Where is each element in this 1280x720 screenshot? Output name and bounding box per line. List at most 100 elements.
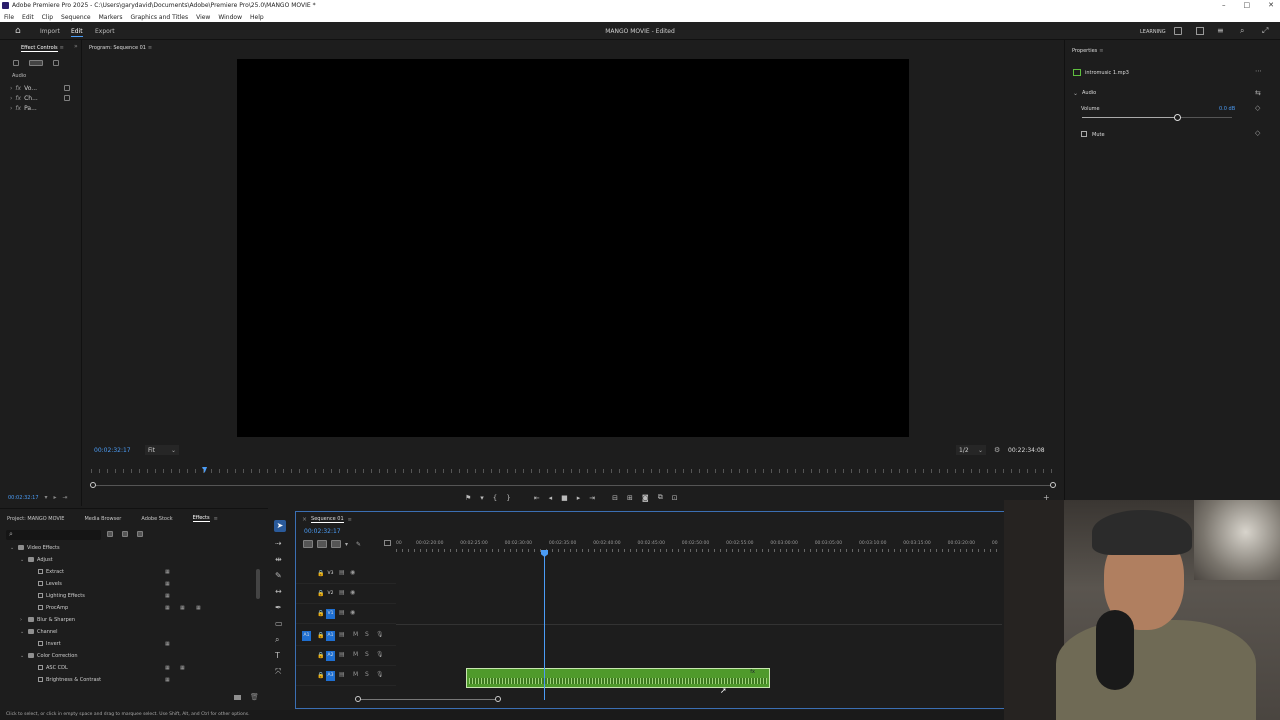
panel-menu-icon[interactable]: ≡	[348, 517, 352, 523]
keyframe-icon[interactable]: ◇	[1255, 104, 1260, 112]
track-select-tool-icon[interactable]: ⇢	[275, 536, 283, 552]
marker-icon[interactable]: ⚑	[465, 494, 471, 502]
new-folder-icon[interactable]	[234, 695, 241, 700]
sync-lock-icon[interactable]: ▤	[339, 609, 345, 616]
effect-item[interactable]: Levels ▦	[10, 581, 170, 593]
lock-icon[interactable]: 🔒	[317, 610, 324, 617]
effects-search-input[interactable]: ⌕	[6, 530, 101, 540]
effect-item[interactable]: Extract ▦	[10, 569, 170, 581]
more-options-icon[interactable]: ⋯	[1255, 67, 1262, 75]
chevron-down-icon[interactable]: ⌄	[1073, 90, 1078, 97]
mute-track-button[interactable]: M	[353, 631, 358, 638]
chevron-down-icon[interactable]: ⌄	[20, 629, 28, 635]
lock-icon[interactable]: 🔒	[317, 590, 324, 597]
volume-slider-handle[interactable]	[1173, 114, 1181, 121]
microphone-icon[interactable]: 🎙	[376, 671, 384, 678]
panel-menu-icon[interactable]: ≡	[148, 45, 152, 51]
scroll-handle-right[interactable]	[495, 696, 501, 702]
multicam-icon[interactable]: ⊡	[672, 494, 678, 502]
ec-effect-volume[interactable]: › fx Vo...	[10, 83, 70, 93]
zoom-handle-right[interactable]	[1050, 482, 1056, 488]
volume-value[interactable]: 0.0 dB	[1219, 106, 1235, 112]
step-forward-icon[interactable]: ▸	[577, 494, 581, 502]
menu-help[interactable]: Help	[250, 14, 264, 21]
play-audio-icon[interactable]: ▸	[54, 494, 57, 501]
scrollbar[interactable]	[256, 569, 260, 599]
solo-track-button[interactable]: S	[365, 671, 369, 678]
sync-lock-icon[interactable]: ▤	[339, 631, 345, 638]
menu-file[interactable]: File	[4, 14, 14, 21]
ripple-edit-tool-icon[interactable]: ⇹	[275, 552, 283, 568]
source-patch-a1[interactable]: A1	[302, 631, 311, 641]
wrench-icon[interactable]: ⚙	[994, 446, 1000, 454]
extract-icon[interactable]: ⊞	[627, 494, 633, 502]
microphone-icon[interactable]: 🎙	[376, 651, 384, 658]
track-label[interactable]: A2	[326, 651, 335, 661]
search-icon[interactable]: ⌕	[1240, 26, 1244, 36]
menu-icon[interactable]: ≡	[1217, 26, 1224, 35]
program-timecode[interactable]: 00:02:32:17	[94, 447, 131, 454]
panel-menu-icon[interactable]: ≡	[214, 516, 218, 522]
lock-icon[interactable]: 🔒	[317, 570, 324, 577]
timeline-timecode[interactable]: 00:02:32:17	[304, 528, 341, 535]
menu-edit[interactable]: Edit	[22, 14, 34, 21]
panel-menu-icon[interactable]: ≡	[60, 45, 64, 51]
chevron-right-icon[interactable]: ›	[20, 617, 28, 623]
add-marker-icon[interactable]: ▾	[345, 541, 348, 548]
timeline-scrollbar[interactable]	[355, 696, 501, 702]
zoom-bar[interactable]	[90, 482, 1056, 488]
menu-markers[interactable]: Markers	[99, 14, 123, 21]
audio-clip-intromusic[interactable]: fx	[466, 668, 770, 688]
panel-menu-icon[interactable]: ≡	[1099, 48, 1103, 54]
timeline-playhead[interactable]	[541, 550, 548, 700]
compare-icon[interactable]: ⧉	[658, 493, 663, 502]
mark-out-icon[interactable]: }	[506, 494, 510, 502]
tab-adobe-stock[interactable]: Adobe Stock	[141, 516, 172, 522]
add-marker-icon[interactable]: ▾	[480, 494, 484, 502]
mute-track-button[interactable]: M	[353, 651, 358, 658]
menu-clip[interactable]: Clip	[42, 14, 53, 21]
eye-icon[interactable]: ◉	[350, 589, 355, 596]
menu-graphics[interactable]: Graphics and Titles	[131, 14, 189, 21]
learning-tab[interactable]: LEARNING	[1140, 29, 1166, 35]
tab-effects[interactable]: Effects	[192, 515, 210, 522]
mute-checkbox[interactable]	[1081, 131, 1087, 137]
workspace-icon[interactable]	[1174, 27, 1182, 35]
menu-view[interactable]: View	[196, 14, 210, 21]
stop-icon[interactable]: ■	[561, 494, 568, 502]
reset-icon[interactable]	[64, 85, 70, 91]
go-to-out-icon[interactable]: ⇥	[589, 494, 595, 502]
track-label[interactable]: V3	[326, 569, 335, 579]
ec-clip-icon[interactable]	[13, 60, 19, 66]
share-icon[interactable]	[1196, 27, 1204, 35]
sync-lock-icon[interactable]: ▤	[339, 671, 345, 678]
export-icon[interactable]: ⇥	[63, 494, 68, 501]
fit-select[interactable]: Fit ⌄	[145, 445, 179, 455]
trash-icon[interactable]: 🗑	[250, 693, 259, 701]
sync-lock-icon[interactable]: ▤	[339, 589, 345, 596]
slip-tool-icon[interactable]: ↔	[275, 584, 283, 600]
timeline-ruler[interactable]: 00 00:02:20:00 00:02:25:00 00:02:30:00 00:02…	[396, 541, 1002, 552]
reset-icon[interactable]	[64, 95, 70, 101]
snap-icon[interactable]	[317, 540, 327, 548]
effect-item[interactable]: ASC CDL ▦ ▦	[10, 665, 185, 677]
filter-icon[interactable]: ▾	[45, 494, 48, 501]
minimize-icon[interactable]: –	[1222, 1, 1226, 9]
expand-panels-icon[interactable]: »	[74, 43, 78, 50]
menu-window[interactable]: Window	[218, 14, 242, 21]
accelerated-effects-icon[interactable]	[107, 531, 113, 537]
sync-lock-icon[interactable]: ▤	[339, 651, 345, 658]
resolution-select[interactable]: 1/2 ⌄	[956, 445, 986, 455]
chevron-down-icon[interactable]: ⌄	[20, 557, 28, 563]
effect-controls-tab[interactable]: Effect Controls	[21, 45, 58, 52]
work-area-icon[interactable]	[384, 540, 391, 546]
lift-icon[interactable]: ⊟	[612, 494, 618, 502]
eye-icon[interactable]: ◉	[350, 569, 355, 576]
zoom-handle-left[interactable]	[90, 482, 96, 488]
effects-folder[interactable]: ⌄ Channel	[10, 629, 58, 641]
ec-effect-channel[interactable]: › fx Ch...	[10, 93, 70, 103]
tab-project[interactable]: Project: MANGO MOVIE	[7, 516, 64, 522]
keyframe-icon[interactable]: ◇	[1255, 129, 1260, 137]
track-area[interactable]: fx ➚	[396, 550, 1002, 700]
close-icon[interactable]: ✕	[1268, 1, 1274, 9]
